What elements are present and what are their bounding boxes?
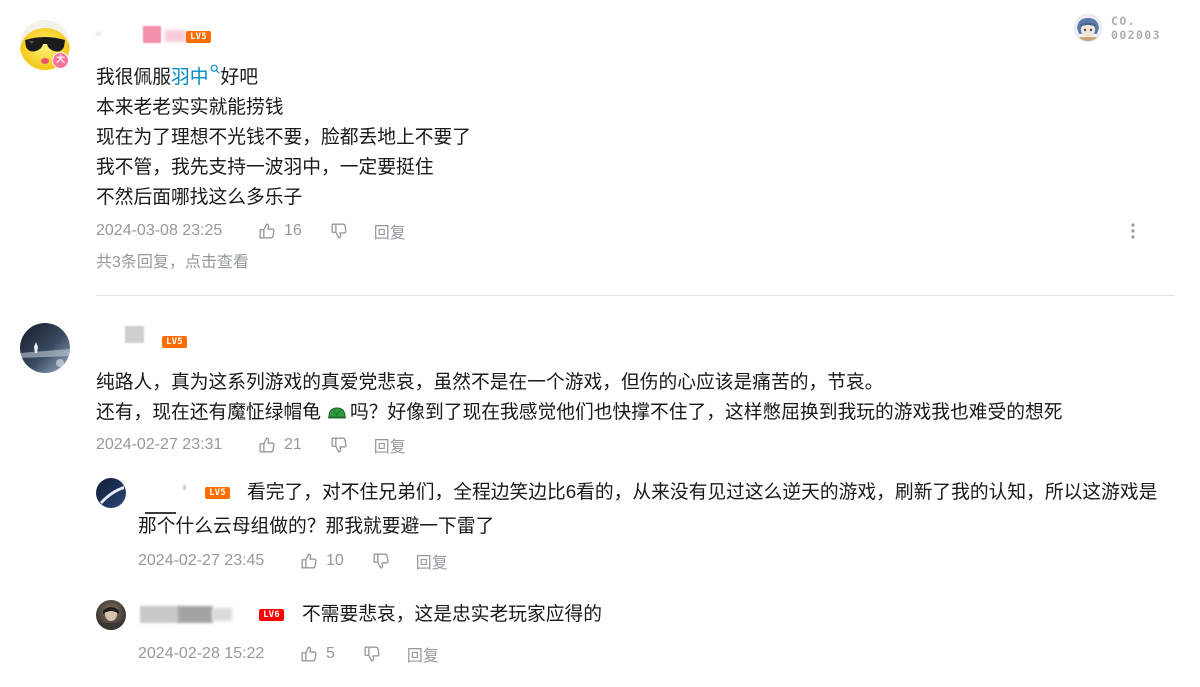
content-text: 好吧: [220, 66, 259, 87]
vip-badge: 大: [52, 52, 69, 69]
content-line: 现在为了理想不光钱不要，脸都丢地上不要了: [96, 126, 471, 147]
like-button[interactable]: 10: [300, 552, 344, 570]
reply-button[interactable]: 回复: [407, 642, 439, 666]
reply-button[interactable]: 回复: [416, 549, 448, 573]
reply-meta: 2024-02-28 15:22 5 回复: [138, 642, 439, 666]
thumbs-up-icon: [301, 646, 317, 662]
content-line: 不然后面哪找这么多乐子: [96, 186, 303, 207]
more-menu-button[interactable]: [1126, 221, 1140, 241]
like-count: 16: [284, 222, 302, 239]
avatar[interactable]: [96, 478, 126, 508]
reply-button[interactable]: 回复: [374, 433, 406, 457]
like-count: 10: [326, 552, 344, 569]
dislike-button[interactable]: [372, 552, 390, 570]
comment-section: 大 LV5 CO. 002003 我很佩服羽中 好吧 本来老老实实就能捞钱 现在为…: [0, 0, 1200, 687]
dislike-button[interactable]: [330, 222, 348, 240]
level-badge: LV6: [259, 609, 284, 622]
avatar[interactable]: [20, 323, 70, 373]
content-line: 我不管，我先支持一波羽中，一定要挺住: [96, 156, 434, 177]
username-redacted[interactable]: [125, 326, 145, 344]
content-line: 纯路人，真为这系列游戏的真爱党悲哀，虽然不是在一个游戏，但伤的心应该是痛苦的，节…: [96, 371, 884, 392]
content-text: 还有，现在还有魔怔绿帽龟: [96, 401, 321, 422]
like-count: 21: [284, 436, 302, 453]
username-redacted[interactable]: [138, 483, 200, 515]
thumbs-down-icon: [331, 223, 347, 239]
decoration-number: 002003: [1111, 28, 1161, 42]
level-badge: LV5: [162, 336, 187, 348]
dislike-button[interactable]: [330, 436, 348, 454]
reply-time: 2024-02-27 23:45: [138, 552, 265, 569]
search-icon[interactable]: [210, 64, 220, 74]
dislike-button[interactable]: [363, 645, 381, 663]
thumbs-up-icon: [301, 553, 317, 569]
level-badge: LV5: [186, 31, 211, 43]
comment-meta: 2024-02-27 23:31 21 回复: [96, 433, 406, 457]
light-streak-avatar-image: [96, 478, 126, 508]
thumbs-down-icon: [373, 553, 389, 569]
thumbs-up-icon: [259, 437, 275, 453]
reply-text: 看完了，对不住兄弟们，全程边笑边比6看的，从来没有见过这么逆天的游戏，刷新了我的…: [138, 481, 1158, 536]
content-line: 本来老老实实就能捞钱: [96, 96, 284, 117]
username-redacted[interactable]: [96, 24, 186, 46]
content-line: 还有，现在还有魔怔绿帽龟 吗？好像到了现在我感觉他们也快撑不住了，这样憋屈换到我玩…: [96, 397, 1175, 427]
like-button[interactable]: 16: [258, 222, 302, 240]
reply-content: LV6 不需要悲哀，这是忠实老玩家应得的: [138, 597, 1175, 631]
content-text: 吗？好像到了现在我感觉他们也快撑不住了，这样憋屈换到我玩的游戏我也难受的想死: [350, 401, 1063, 422]
comment-divider: [96, 295, 1175, 296]
thumbs-down-icon: [331, 437, 347, 453]
comment-content: 我很佩服羽中 好吧 本来老老实实就能捞钱 现在为了理想不光钱不要，脸都丢地上不要了…: [96, 62, 1175, 212]
comment-time: 2024-03-08 23:25: [96, 222, 223, 239]
like-button[interactable]: 5: [300, 645, 335, 663]
thumbs-up-icon: [259, 223, 275, 239]
reply-content: LV5 看完了，对不住兄弟们，全程边笑边比6看的，从来没有见过这么逆天的游戏，刷新…: [138, 475, 1175, 543]
reply-text: 不需要悲哀，这是忠实老玩家应得的: [302, 603, 602, 624]
like-button[interactable]: 21: [258, 436, 302, 454]
more-vertical-icon: [1131, 223, 1135, 239]
content-line: 我很佩服羽中 好吧: [96, 62, 1175, 92]
reply-meta: 2024-02-27 23:45 10 回复: [138, 549, 448, 573]
avatar[interactable]: 大: [20, 20, 70, 70]
reply-count-text: 共3条回复，: [96, 254, 185, 271]
avatar[interactable]: [96, 600, 126, 630]
decoration-card-icon[interactable]: [1074, 14, 1102, 42]
reply-button[interactable]: 回复: [374, 219, 406, 243]
portrait-avatar-image: [96, 600, 126, 630]
comment-content: 纯路人，真为这系列游戏的真爱党悲哀，虽然不是在一个游戏，但伤的心应该是痛苦的，节…: [96, 367, 1175, 427]
search-keyword-link[interactable]: 羽中: [171, 66, 209, 87]
comment-time: 2024-02-27 23:31: [96, 436, 223, 453]
comment-meta: 2024-03-08 23:25 16 回复: [96, 219, 406, 243]
content-text: 我很佩服: [96, 66, 171, 87]
reply-summary: 共3条回复，点击查看: [96, 253, 249, 273]
username-redacted[interactable]: [138, 605, 240, 625]
level-badge: LV5: [205, 487, 230, 500]
view-replies-link[interactable]: 点击查看: [185, 254, 249, 271]
night-scene-avatar-image: [20, 323, 70, 373]
like-count: 5: [326, 645, 335, 662]
green-turtle-emoji-icon: [328, 407, 346, 419]
thumbs-down-icon: [364, 646, 380, 662]
reply-time: 2024-02-28 15:22: [138, 645, 265, 662]
decoration-label: CO.: [1111, 14, 1136, 28]
